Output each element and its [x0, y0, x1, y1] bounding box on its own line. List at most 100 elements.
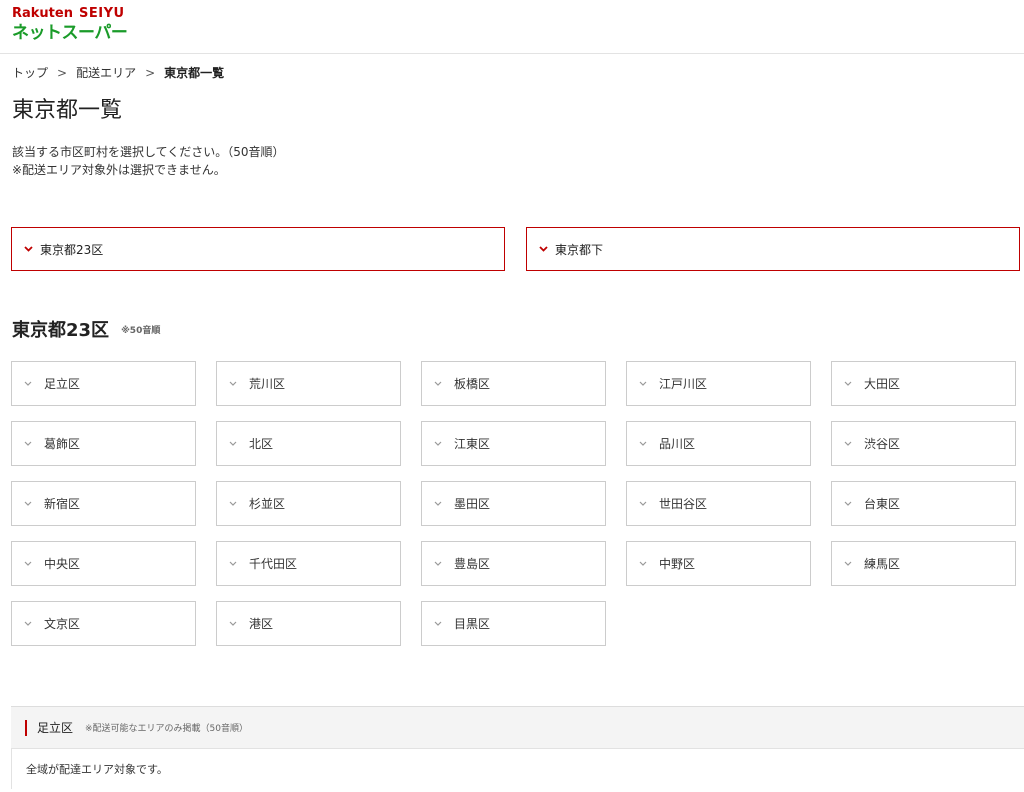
ward-button[interactable]: 足立区 — [11, 361, 196, 406]
region-tab-label: 東京都下 — [555, 242, 604, 257]
ward-label: 台東区 — [864, 497, 901, 511]
ward-label: 江東区 — [454, 437, 491, 451]
chevron-down-icon — [24, 621, 32, 626]
accent-bar — [25, 719, 27, 736]
chevron-down-icon — [639, 561, 647, 566]
chevron-down-icon — [229, 381, 237, 386]
ward-button[interactable]: 北区 — [216, 421, 401, 466]
ward-button[interactable]: 新宿区 — [11, 481, 196, 526]
ward-button[interactable]: 葛飾区 — [11, 421, 196, 466]
ward-label: 品川区 — [659, 437, 696, 451]
chevron-down-icon — [229, 561, 237, 566]
breadcrumb-separator: > — [57, 66, 68, 80]
logo-brand: Rakuten SEIYU — [12, 6, 127, 22]
ward-label: 中野区 — [659, 557, 696, 571]
logo-seiyu-text: SEIYU — [78, 6, 125, 21]
chevron-down-icon — [639, 441, 647, 446]
ward-label: 千代田区 — [249, 557, 298, 571]
ward-button[interactable]: 港区 — [216, 601, 401, 646]
ward-detail-note: ※配送可能なエリアのみ掲載（50音順） — [85, 724, 249, 734]
ward-label: 足立区 — [44, 377, 81, 391]
region-tab-label: 東京都23区 — [40, 242, 104, 257]
ward-button[interactable]: 千代田区 — [216, 541, 401, 586]
section-heading-23-wards: 東京都23区 ※50音順 — [12, 318, 160, 344]
ward-label: 港区 — [249, 617, 274, 631]
chevron-down-icon — [229, 621, 237, 626]
chevron-down-icon — [539, 246, 548, 252]
ward-detail-panel: 足立区 ※配送可能なエリアのみ掲載（50音順） 全域が配達エリア対象です。 — [11, 706, 1024, 789]
ward-label: 目黒区 — [454, 617, 491, 631]
ward-button[interactable]: 台東区 — [831, 481, 1016, 526]
ward-detail-name: 足立区 — [37, 721, 74, 735]
chevron-down-icon — [639, 501, 647, 506]
breadcrumb-separator: > — [145, 66, 156, 80]
section-note: ※50音順 — [121, 326, 161, 336]
ward-button[interactable]: 目黒区 — [421, 601, 606, 646]
ward-label: 大田区 — [864, 377, 901, 391]
ward-button[interactable]: 中野区 — [626, 541, 811, 586]
chevron-down-icon — [229, 501, 237, 506]
logo-rakuten-text: Rakuten — [12, 6, 73, 21]
ward-label: 荒川区 — [249, 377, 286, 391]
ward-label: 渋谷区 — [864, 437, 901, 451]
chevron-down-icon — [844, 561, 852, 566]
logo-subtitle: ネットスーパー — [12, 23, 128, 43]
ward-button[interactable]: 文京区 — [11, 601, 196, 646]
intro-line-instruction: 該当する市区町村を選択してください。（50音順） — [12, 145, 285, 159]
ward-label: 練馬区 — [864, 557, 901, 571]
chevron-down-icon — [24, 561, 32, 566]
section-title: 東京都23区 — [12, 320, 110, 341]
ward-button[interactable]: 中央区 — [11, 541, 196, 586]
intro-text: 該当する市区町村を選択してください。（50音順） ※配送エリア対象外は選択できま… — [12, 143, 285, 179]
ward-button[interactable]: 渋谷区 — [831, 421, 1016, 466]
ward-button[interactable]: 大田区 — [831, 361, 1016, 406]
ward-button[interactable]: 品川区 — [626, 421, 811, 466]
breadcrumb-current: 東京都一覧 — [164, 66, 225, 80]
site-header: Rakuten SEIYU ネットスーパー — [0, 0, 1024, 54]
chevron-down-icon — [434, 441, 442, 446]
site-logo[interactable]: Rakuten SEIYU ネットスーパー — [12, 6, 128, 44]
chevron-down-icon — [24, 246, 33, 252]
ward-label: 江戸川区 — [659, 377, 708, 391]
breadcrumb-top-link[interactable]: トップ — [12, 66, 48, 80]
ward-button[interactable]: 板橋区 — [421, 361, 606, 406]
chevron-down-icon — [434, 381, 442, 386]
ward-label: 杉並区 — [249, 497, 286, 511]
ward-detail-header: 足立区 ※配送可能なエリアのみ掲載（50音順） — [11, 707, 1024, 749]
chevron-down-icon — [434, 501, 442, 506]
ward-label: 葛飾区 — [44, 437, 81, 451]
region-tabs: 東京都23区 東京都下 — [11, 227, 1020, 271]
ward-grid: 足立区 荒川区 板橋区 江戸川区 大田区葛飾区 北区 江東区 品川区 渋谷区新宿区 杉並区 墨田区 世… — [11, 361, 1016, 646]
ward-button[interactable]: 豊島区 — [421, 541, 606, 586]
ward-label: 墨田区 — [454, 497, 491, 511]
chevron-down-icon — [844, 381, 852, 386]
ward-button[interactable]: 練馬区 — [831, 541, 1016, 586]
ward-label: 中央区 — [44, 557, 81, 571]
chevron-down-icon — [434, 561, 442, 566]
ward-button[interactable]: 杉並区 — [216, 481, 401, 526]
chevron-down-icon — [844, 441, 852, 446]
chevron-down-icon — [844, 501, 852, 506]
page-title: 東京都一覧 — [12, 98, 123, 123]
region-tab-tokyo-23-wards[interactable]: 東京都23区 — [11, 227, 505, 271]
region-tab-tokyo-suburbs[interactable]: 東京都下 — [526, 227, 1020, 271]
ward-label: 豊島区 — [454, 557, 491, 571]
ward-button[interactable]: 江戸川区 — [626, 361, 811, 406]
breadcrumb-delivery-area-link[interactable]: 配送エリア — [76, 66, 136, 80]
ward-label: 板橋区 — [454, 377, 491, 391]
chevron-down-icon — [639, 381, 647, 386]
chevron-down-icon — [24, 501, 32, 506]
ward-label: 新宿区 — [44, 497, 81, 511]
ward-button[interactable]: 江東区 — [421, 421, 606, 466]
ward-button[interactable]: 世田谷区 — [626, 481, 811, 526]
breadcrumb: トップ > 配送エリア > 東京都一覧 — [12, 64, 224, 82]
ward-button[interactable]: 墨田区 — [421, 481, 606, 526]
ward-label: 北区 — [249, 437, 274, 451]
chevron-down-icon — [434, 621, 442, 626]
ward-label: 文京区 — [44, 617, 81, 631]
intro-line-note: ※配送エリア対象外は選択できません。 — [12, 163, 226, 177]
ward-button[interactable]: 荒川区 — [216, 361, 401, 406]
chevron-down-icon — [24, 441, 32, 446]
chevron-down-icon — [229, 441, 237, 446]
ward-label: 世田谷区 — [659, 497, 708, 511]
